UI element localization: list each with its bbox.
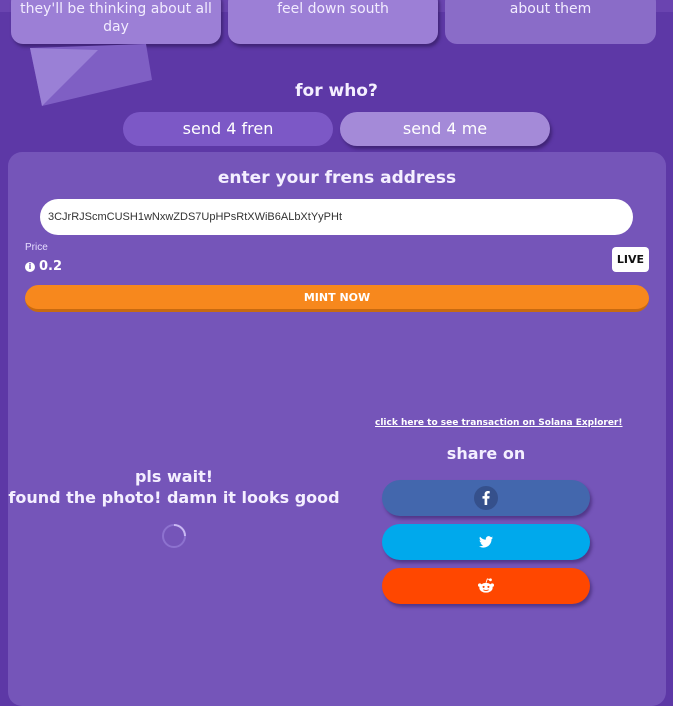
option-card-2[interactable]: feel down south bbox=[228, 0, 438, 44]
status-wait-text: pls wait! bbox=[134, 467, 214, 486]
option-card-2-text: feel down south bbox=[277, 1, 389, 17]
live-badge: LIVE bbox=[612, 247, 649, 272]
mint-now-button[interactable]: MINT NOW bbox=[25, 285, 649, 312]
recipient-heading: for who? bbox=[295, 81, 378, 101]
option-card-3-text: about them bbox=[509, 1, 592, 17]
price-value: 0.2 bbox=[39, 259, 63, 274]
share-twitter-button[interactable] bbox=[382, 524, 590, 560]
option-card-1-text: they'll be thinking about all day bbox=[20, 1, 212, 35]
address-input[interactable] bbox=[40, 199, 633, 235]
send-to-fren-button[interactable]: send 4 fren bbox=[123, 112, 333, 146]
info-icon: i bbox=[25, 261, 35, 272]
solana-explorer-link[interactable]: click here to see transaction on Solana … bbox=[375, 418, 622, 428]
price-value-row: i 0.2 bbox=[25, 259, 62, 274]
option-card-1[interactable]: they'll be thinking about all day bbox=[11, 0, 221, 44]
loading-spinner-icon bbox=[162, 524, 186, 548]
price-label: Price bbox=[25, 242, 48, 253]
twitter-icon bbox=[479, 536, 493, 548]
send-to-me-button[interactable]: send 4 me bbox=[340, 112, 550, 146]
reddit-icon bbox=[478, 578, 494, 593]
share-reddit-button[interactable] bbox=[382, 568, 590, 604]
share-facebook-button[interactable] bbox=[382, 480, 590, 516]
mint-panel: enter your frens address Price i 0.2 LIV… bbox=[8, 152, 666, 706]
status-found-text: found the photo! damn it looks good bbox=[8, 488, 340, 507]
share-heading: share on bbox=[446, 444, 526, 463]
address-heading: enter your frens address bbox=[217, 168, 457, 188]
facebook-icon bbox=[474, 486, 498, 510]
option-card-3[interactable]: about them bbox=[445, 0, 656, 44]
